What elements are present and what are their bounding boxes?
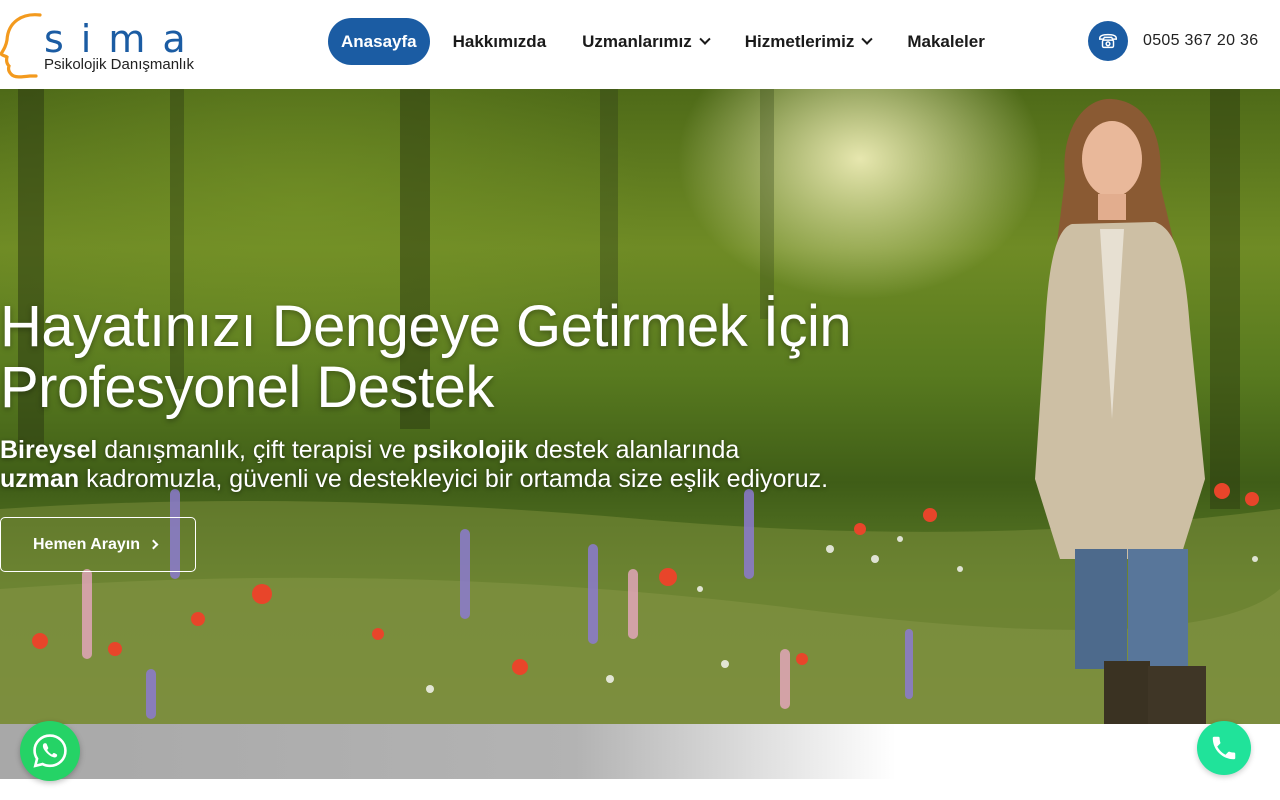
site-logo[interactable]: sima Psikolojik Danışmanlık — [0, 10, 200, 82]
nav-item-hakkimizda[interactable]: Hakkımızda — [435, 18, 565, 65]
hero-section: Hayatınızı Dengeye Getirmek İçin Profesy… — [0, 89, 1280, 724]
hero-desc-text: kadromuzla, güvenli ve destekleyici bir … — [79, 465, 829, 493]
section-divider-band — [0, 724, 1280, 779]
chevron-down-icon — [699, 33, 711, 45]
main-nav: Anasayfa Hakkımızda Uzmanlarımız Hizmetl… — [328, 18, 1003, 65]
head-profile-icon — [0, 13, 42, 79]
nav-label: Hizmetlerimiz — [744, 31, 855, 51]
call-now-label: Hemen Arayın — [33, 535, 140, 553]
hero-title-line2: Profesyonel Destek — [0, 355, 494, 420]
nav-item-hizmetlerimiz[interactable]: Hizmetlerimiz — [727, 18, 890, 65]
hero-desc-bold: uzman — [0, 465, 80, 493]
hero-desc-text: destek alanlarında — [528, 436, 740, 464]
hero-desc-text: danışmanlık, çift terapisi ve — [97, 436, 413, 464]
whatsapp-button[interactable] — [20, 721, 80, 781]
nav-label: Hakkımızda — [452, 31, 547, 51]
phone-icon — [1212, 736, 1236, 760]
nav-item-uzmanlarimiz[interactable]: Uzmanlarımız — [564, 18, 727, 65]
hero-title-line1: Hayatınızı Dengeye Getirmek İçin — [0, 294, 852, 359]
whatsapp-icon — [33, 734, 67, 768]
hero-description: Bireysel danışmanlık, çift terapisi ve p… — [0, 436, 828, 494]
nav-label: Makaleler — [907, 31, 985, 51]
hero-title: Hayatınızı Dengeye Getirmek İçin Profesy… — [0, 294, 852, 420]
chevron-down-icon — [861, 33, 874, 45]
phone-number: 0505 367 20 36 — [1143, 32, 1259, 49]
telephone-icon — [1088, 21, 1128, 61]
call-button[interactable] — [1197, 721, 1251, 775]
nav-item-makaleler[interactable]: Makaleler — [889, 18, 1003, 65]
header-phone[interactable]: 0505 367 20 36 — [1088, 21, 1258, 61]
hero-desc-bold: psikolojik — [412, 436, 529, 464]
site-header: sima Psikolojik Danışmanlık Anasayfa Hak… — [0, 0, 1280, 89]
logo-tagline: Psikolojik Danışmanlık — [44, 56, 195, 73]
nav-item-anasayfa[interactable]: Anasayfa — [328, 18, 430, 65]
chevron-right-icon — [148, 539, 159, 550]
nav-label: Uzmanlarımız — [582, 31, 692, 51]
hero-desc-bold: Bireysel — [0, 436, 98, 464]
logo-wordmark: sima — [44, 17, 203, 61]
nav-label: Anasayfa — [341, 31, 417, 51]
call-now-button[interactable]: Hemen Arayın — [0, 517, 196, 572]
